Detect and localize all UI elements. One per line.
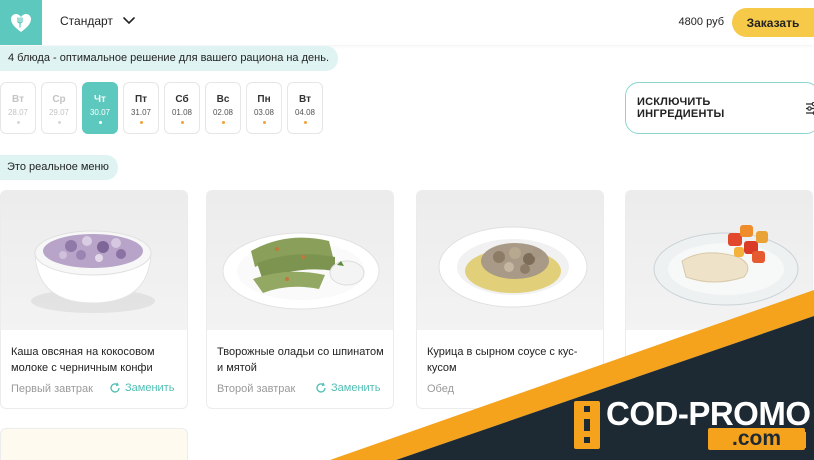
dish-card[interactable]: Творожные оладьи со шпинатом и мятой Вто… [206, 190, 394, 409]
day-date: 29.07 [48, 108, 70, 117]
promo-sub-text: .com [708, 428, 805, 450]
day-name: Пт [134, 94, 148, 105]
heart-logo-icon [11, 13, 31, 32]
day-date: 03.08 [253, 108, 275, 117]
real-menu-banner: Это реальное меню [0, 155, 118, 180]
logo[interactable] [0, 0, 42, 45]
meal-type: Обед [427, 383, 455, 395]
day-tab[interactable]: Сб 01.08 [164, 82, 200, 134]
dish-photo [207, 191, 393, 330]
top-header: Стандарт 4800 руб Заказать [0, 0, 814, 45]
dish-card-partial[interactable] [0, 428, 188, 460]
refresh-icon [110, 382, 120, 393]
dish-name: Каша овсяная на кокосовом молоке с черни… [11, 346, 155, 374]
day-date: 31.07 [130, 108, 152, 117]
replace-dish-button[interactable]: Заменить [315, 382, 380, 394]
dish-name: Курица в сырном соусе с кус-кусом [427, 346, 578, 374]
day-tab[interactable]: Вт 28.07 [0, 82, 36, 134]
day-selector: Вт 28.07 Ср 29.07 Чт 30.07 Пт 31.07 Сб 01.08 Вс 02.… [0, 82, 328, 134]
dish-photo [1, 191, 187, 330]
day-date: 01.08 [171, 108, 193, 117]
day-tab[interactable]: Пт 31.07 [123, 82, 159, 134]
meal-type: Первый завтрак [11, 383, 93, 395]
day-indicator-dot [99, 121, 102, 124]
promo-watermark: COD-PROMO [578, 395, 811, 432]
day-indicator-dot [304, 121, 307, 124]
order-button[interactable]: Заказать [732, 8, 814, 37]
dish-name: Творожные оладьи со шпинатом и мятой [217, 346, 384, 374]
day-date: 30.07 [89, 108, 111, 117]
day-indicator-dot [263, 121, 266, 124]
dish-photo [417, 191, 603, 330]
day-tab[interactable]: Пн 03.08 [246, 82, 282, 134]
exclude-ingredients-button[interactable]: ИСКЛЮЧИТЬ ИНГРЕДИЕНТЫ [625, 82, 814, 134]
dish-card[interactable] [625, 190, 813, 409]
day-date: 04.08 [294, 108, 316, 117]
filter-sliders-icon [805, 101, 814, 115]
day-indicator-dot [58, 121, 61, 124]
dish-card[interactable]: Каша овсяная на кокосовом молоке с черни… [0, 190, 188, 409]
dish-card[interactable]: Курица в сырном соусе с кус-кусом Обед [416, 190, 604, 409]
day-date: 28.07 [7, 108, 29, 117]
day-indicator-dot [140, 121, 143, 124]
plan-label: Стандарт [60, 14, 113, 28]
replace-label: Заменить [125, 382, 175, 394]
day-tab[interactable]: Чт 30.07 [82, 82, 118, 134]
replace-dish-button[interactable]: Заменить [109, 382, 174, 394]
day-indicator-dot [222, 121, 225, 124]
total-price: 4800 руб [678, 16, 724, 28]
dish-photo [626, 191, 812, 330]
replace-label: Заменить [331, 382, 381, 394]
day-name: Вт [12, 94, 24, 105]
chevron-down-icon [123, 17, 135, 25]
day-name: Чт [94, 94, 106, 105]
day-name: Вт [299, 94, 311, 105]
refresh-icon [316, 382, 326, 393]
day-name: Вс [216, 94, 230, 105]
plan-selector[interactable]: Стандарт [60, 14, 135, 28]
day-date: 02.08 [212, 108, 234, 117]
day-tab[interactable]: Вс 02.08 [205, 82, 241, 134]
day-indicator-dot [181, 121, 184, 124]
day-name: Пн [257, 94, 271, 105]
info-banner: 4 блюда - оптимальное решение для вашего… [0, 46, 339, 71]
promo-main-text: COD-PROMO [606, 395, 811, 432]
day-tab[interactable]: Вт 04.08 [287, 82, 323, 134]
day-tab[interactable]: Ср 29.07 [41, 82, 77, 134]
day-name: Сб [175, 94, 189, 105]
day-indicator-dot [17, 121, 20, 124]
meal-type: Второй завтрак [217, 383, 296, 395]
day-name: Ср [52, 94, 66, 105]
exclude-ingredients-label: ИСКЛЮЧИТЬ ИНГРЕДИЕНТЫ [637, 96, 725, 120]
